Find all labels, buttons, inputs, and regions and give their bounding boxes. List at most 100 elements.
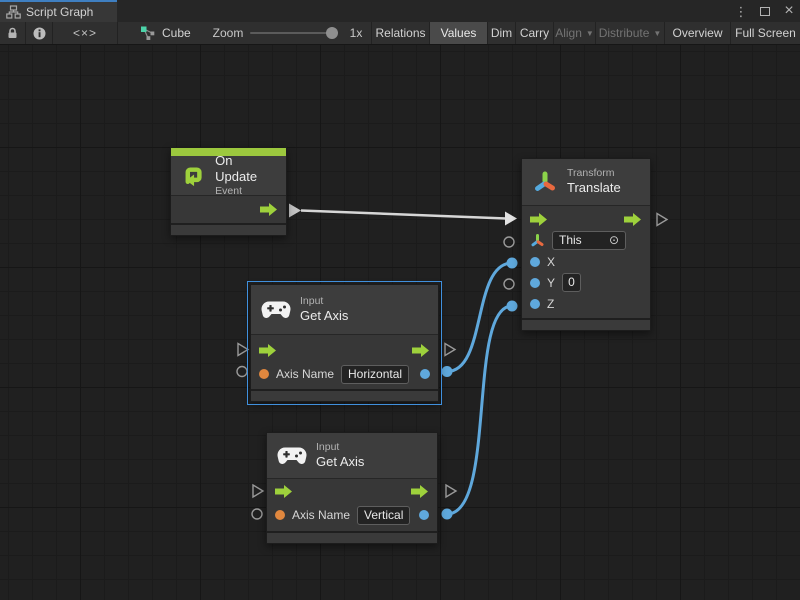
distribute-button[interactable]: Distribute▼ xyxy=(595,22,664,44)
port-dot-connected xyxy=(507,258,518,269)
node-title: Get Axis xyxy=(316,454,364,470)
full-screen-label: Full Screen xyxy=(735,26,796,40)
node-get-axis-horizontal[interactable]: Input Get Axis Axis Name Horizontal xyxy=(250,284,439,402)
port-triangle-unconnected xyxy=(253,485,263,497)
flow-output-port[interactable] xyxy=(624,213,642,226)
window-close-icon[interactable]: × xyxy=(782,3,796,19)
carry-button[interactable]: Carry xyxy=(515,22,553,44)
values-button[interactable]: Values xyxy=(429,22,487,44)
control-wire xyxy=(301,211,506,219)
align-button[interactable]: Align ▼ xyxy=(553,22,595,44)
info-icon xyxy=(33,27,46,40)
carry-label: Carry xyxy=(520,26,549,40)
loop-event-icon xyxy=(181,163,206,189)
param-label: Axis Name xyxy=(276,367,334,381)
string-input-port[interactable] xyxy=(259,369,269,379)
node-subtitle: Event xyxy=(215,185,276,198)
distribute-label: Distribute xyxy=(599,26,650,40)
zoom-value: 1x xyxy=(342,22,370,44)
overview-label: Overview xyxy=(672,26,722,40)
port-label-z: Z xyxy=(547,297,554,311)
window-menu-icon[interactable]: ⋮ xyxy=(734,5,748,18)
port-circle-unconnected xyxy=(252,509,262,519)
overview-button[interactable]: Overview xyxy=(664,22,730,44)
flow-input-port[interactable] xyxy=(259,344,277,357)
port-triangle-unconnected xyxy=(238,344,248,356)
node-subtitle: Input xyxy=(300,295,348,308)
self-target-value: This xyxy=(559,233,582,248)
transform-icon xyxy=(532,169,558,195)
transform-port-icon[interactable] xyxy=(530,233,545,248)
wire-vertical-to-z xyxy=(447,306,512,514)
flow-output-port[interactable] xyxy=(411,485,429,498)
flow-input-port[interactable] xyxy=(275,485,293,498)
relations-button[interactable]: Relations xyxy=(371,22,429,44)
window-tab-bar: Script Graph ⋮ × xyxy=(0,0,800,22)
node-footer xyxy=(522,318,650,330)
node-get-axis-vertical[interactable]: Input Get Axis Axis Name Vertical xyxy=(266,432,438,544)
port-circle-unconnected xyxy=(504,279,514,289)
axis-name-field[interactable]: Vertical xyxy=(357,506,410,525)
value-input-port-y[interactable] xyxy=(530,278,540,288)
node-title: Translate xyxy=(567,180,621,196)
port-dot-connected xyxy=(442,509,453,520)
axis-name-field[interactable]: Horizontal xyxy=(341,365,409,384)
flow-output-port[interactable] xyxy=(412,344,430,357)
relations-label: Relations xyxy=(375,26,425,40)
node-subtitle: Transform xyxy=(567,167,621,180)
value-input-port-z[interactable] xyxy=(530,299,540,309)
code-icon: <×> xyxy=(73,26,97,40)
port-triangle-unconnected xyxy=(445,344,455,356)
zoom-slider-handle[interactable] xyxy=(326,27,338,39)
control-wire-source-arrow xyxy=(289,204,301,218)
gamepad-icon xyxy=(277,446,307,465)
y-value-field[interactable]: 0 xyxy=(562,273,581,292)
gamepad-icon xyxy=(261,300,291,319)
info-button[interactable] xyxy=(25,22,52,44)
lock-button[interactable] xyxy=(0,22,25,44)
node-title: On Update xyxy=(215,153,276,186)
lock-icon xyxy=(7,27,18,39)
graph-canvas[interactable]: On Update Event Transform Translate xyxy=(0,45,800,600)
string-input-port[interactable] xyxy=(275,510,285,520)
target-label: Cube xyxy=(162,26,191,40)
port-triangle-unconnected xyxy=(446,485,456,497)
node-footer xyxy=(267,531,437,543)
node-footer xyxy=(251,389,438,401)
flow-output-port[interactable] xyxy=(260,203,278,216)
node-translate[interactable]: Transform Translate This xyxy=(521,158,651,331)
port-label-y: Y xyxy=(547,276,555,290)
chevron-down-icon: ▼ xyxy=(653,29,661,38)
chevron-down-icon: ▼ xyxy=(586,29,594,38)
dim-button[interactable]: Dim xyxy=(487,22,515,44)
port-circle-unconnected xyxy=(237,367,247,377)
graph-target-selector[interactable]: Cube xyxy=(133,22,205,44)
value-input-port-x[interactable] xyxy=(530,257,540,267)
tab-script-graph[interactable]: Script Graph xyxy=(0,0,117,22)
dim-label: Dim xyxy=(491,26,512,40)
node-subtitle: Input xyxy=(316,441,364,454)
control-wire-dest-arrow xyxy=(505,212,517,226)
port-triangle-unconnected xyxy=(657,214,667,226)
param-label: Axis Name xyxy=(292,508,350,522)
node-title: Get Axis xyxy=(300,308,348,324)
zoom-slider-track[interactable] xyxy=(250,32,336,34)
port-label-x: X xyxy=(547,255,555,269)
object-picker-icon[interactable]: ⊙ xyxy=(609,233,619,248)
value-output-port[interactable] xyxy=(420,369,430,379)
full-screen-button[interactable]: Full Screen xyxy=(730,22,800,44)
self-target-field[interactable]: This ⊙ xyxy=(552,231,626,250)
values-label: Values xyxy=(441,26,477,40)
tab-title: Script Graph xyxy=(26,5,93,19)
port-dot-connected xyxy=(507,301,518,312)
port-circle-unconnected xyxy=(504,237,514,247)
wire-horizontal-to-x xyxy=(447,263,512,372)
value-output-port[interactable] xyxy=(419,510,429,520)
node-footer xyxy=(171,223,286,235)
code-view-button[interactable]: <×> xyxy=(52,22,117,44)
zoom-label: Zoom xyxy=(206,22,250,44)
align-label: Align xyxy=(555,26,582,40)
node-on-update[interactable]: On Update Event xyxy=(170,147,287,236)
window-maximize-icon[interactable] xyxy=(758,5,772,18)
flow-input-port[interactable] xyxy=(530,213,548,226)
